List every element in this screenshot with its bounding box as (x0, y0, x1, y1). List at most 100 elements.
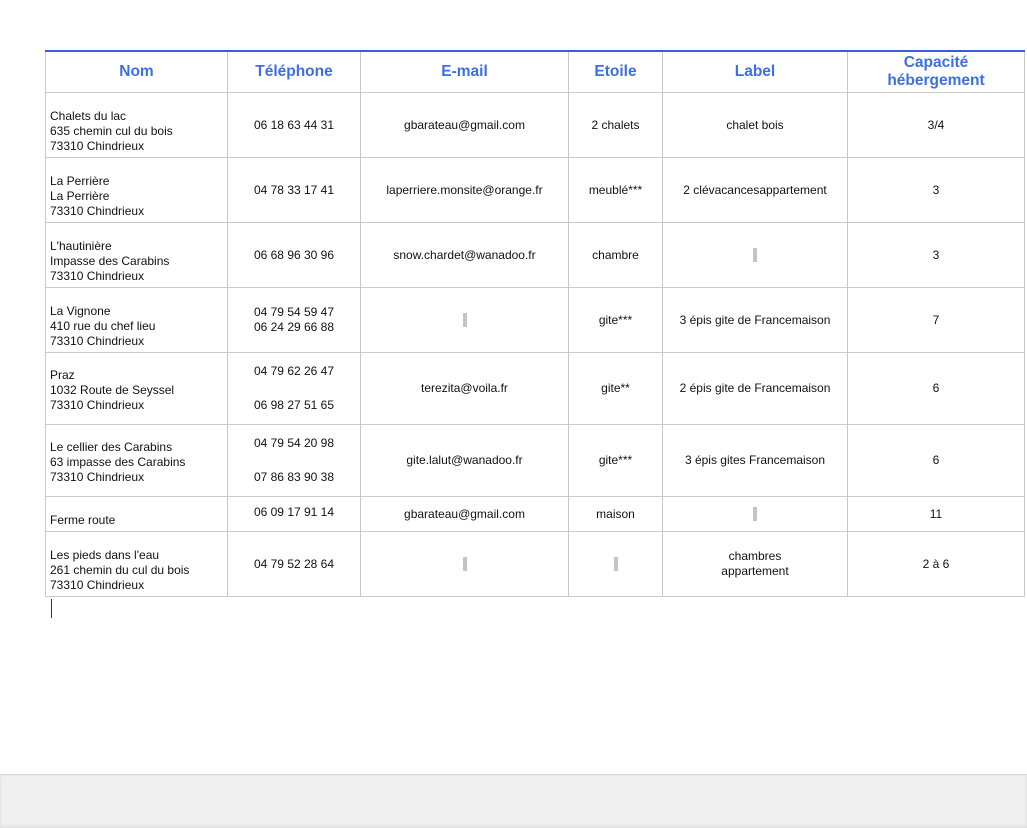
table-row: Praz 1032 Route de Seyssel 73310 Chindri… (45, 352, 1025, 425)
header-nom: Nom (45, 50, 228, 93)
cell-etoile[interactable]: chambre (568, 222, 663, 288)
cell-label[interactable] (662, 496, 848, 532)
phone-number: 04 79 54 20 98 (253, 436, 335, 450)
nom-line: 410 rue du chef lieu (50, 319, 156, 333)
label-text: appartement (721, 564, 789, 578)
table-row: Chalets du lac 635 chemin cul du bois 73… (45, 92, 1025, 158)
nom-line: Ferme route (50, 513, 116, 527)
nom-line: La Perrière (50, 174, 110, 188)
cell-etoile[interactable]: maison (568, 496, 663, 532)
cell-nom[interactable]: Les pieds dans l'eau 261 chemin du cul d… (45, 531, 228, 597)
cell-telephone[interactable]: 04 79 54 59 47 06 24 29 66 88 (227, 287, 361, 353)
nom-line: 73310 Chindrieux (50, 204, 145, 218)
nom-line: 1032 Route de Seyssel (50, 383, 175, 397)
cell-capacite[interactable]: 6 (847, 424, 1025, 497)
empty-cell-marker (753, 507, 757, 522)
table-row: Ferme route 06 09 17 91 14 gbarateau@gma… (45, 496, 1025, 532)
table-row: La Perrière La Perrière 73310 Chindrieux… (45, 157, 1025, 223)
nom-line: Le cellier des Carabins (50, 440, 173, 454)
cell-capacite[interactable]: 3 (847, 157, 1025, 223)
cell-nom[interactable]: L'hautinière Impasse des Carabins 73310 … (45, 222, 228, 288)
nom-line: 73310 Chindrieux (50, 269, 145, 283)
cell-nom[interactable]: Praz 1032 Route de Seyssel 73310 Chindri… (45, 352, 228, 425)
table-row: La Vignone 410 rue du chef lieu 73310 Ch… (45, 287, 1025, 353)
cell-label[interactable]: 2 épis gite de Francemaison (662, 352, 848, 425)
cell-telephone[interactable]: 06 68 96 30 96 (227, 222, 361, 288)
nom-line: 73310 Chindrieux (50, 398, 145, 412)
cell-label[interactable]: 3 épis gite de Francemaison (662, 287, 848, 353)
cell-nom[interactable]: Le cellier des Carabins 63 impasse des C… (45, 424, 228, 497)
lodging-table: Nom Téléphone E-mail Etoile Label Capaci… (45, 50, 1025, 597)
header-capacite-line-2: hébergement (887, 72, 985, 89)
nom-line: 73310 Chindrieux (50, 334, 145, 348)
cell-email[interactable]: gbarateau@gmail.com (360, 92, 569, 158)
empty-cell-marker (462, 313, 467, 328)
header-capacite-line-1: Capacité (903, 54, 969, 71)
nom-line: 73310 Chindrieux (50, 139, 145, 153)
header-etoile: Etoile (568, 50, 663, 93)
label-text: chambres (728, 549, 782, 563)
cell-etoile[interactable]: gite** (568, 352, 663, 425)
cell-nom[interactable]: La Vignone 410 rue du chef lieu 73310 Ch… (45, 287, 228, 353)
nom-line: 261 chemin du cul du bois (50, 563, 190, 577)
phone-number: 06 98 27 51 65 (253, 398, 335, 412)
cell-email[interactable]: gbarateau@gmail.com (360, 496, 569, 532)
cell-nom[interactable]: Ferme route (45, 496, 228, 532)
cell-capacite[interactable]: 3 (847, 222, 1025, 288)
cell-capacite[interactable]: 3/4 (847, 92, 1025, 158)
cell-etoile[interactable] (568, 531, 663, 597)
cell-label[interactable]: 2 clévacancesappartement (662, 157, 848, 223)
nom-line: 63 impasse des Carabins (50, 455, 186, 469)
table-row: Les pieds dans l'eau 261 chemin du cul d… (45, 531, 1025, 597)
header-capacite: Capacité hébergement (847, 50, 1025, 93)
nom-line: 635 chemin cul du bois (50, 124, 173, 138)
empty-cell-marker (462, 557, 467, 572)
cell-label[interactable]: 3 épis gites Francemaison (662, 424, 848, 497)
cell-nom[interactable]: Chalets du lac 635 chemin cul du bois 73… (45, 92, 228, 158)
label-text: 3 épis gite de Francemaison (679, 312, 831, 327)
cell-etoile[interactable]: gite*** (568, 287, 663, 353)
cell-capacite[interactable]: 6 (847, 352, 1025, 425)
phone-number: 06 24 29 66 88 (253, 320, 335, 334)
table-row: L'hautinière Impasse des Carabins 73310 … (45, 222, 1025, 288)
nom-line: La Perrière (50, 189, 110, 203)
cell-email[interactable]: snow.chardet@wanadoo.fr (360, 222, 569, 288)
label-text: 3 épis gites Francemaison (684, 453, 826, 467)
cell-label[interactable]: chalet bois (662, 92, 848, 158)
cell-nom[interactable]: La Perrière La Perrière 73310 Chindrieux (45, 157, 228, 223)
empty-cell-marker (753, 248, 757, 263)
phone-number: 04 78 33 17 41 (253, 182, 335, 197)
cell-label[interactable] (662, 222, 848, 288)
header-telephone: Téléphone (227, 50, 361, 93)
document-page: Nom Téléphone E-mail Etoile Label Capaci… (0, 0, 1027, 774)
text-cursor (51, 599, 52, 618)
cell-telephone[interactable]: 04 78 33 17 41 (227, 157, 361, 223)
cell-capacite[interactable]: 2 à 6 (847, 531, 1025, 597)
cell-telephone[interactable]: 04 79 62 26 47 06 98 27 51 65 (227, 352, 361, 425)
cell-etoile[interactable]: 2 chalets (568, 92, 663, 158)
nom-line: 73310 Chindrieux (50, 470, 145, 484)
cell-email[interactable]: gite.lalut@wanadoo.fr (360, 424, 569, 497)
cell-telephone[interactable]: 06 18 63 44 31 (227, 92, 361, 158)
phone-number: 06 09 17 91 14 (253, 505, 335, 519)
label-text: chalet bois (726, 117, 784, 132)
cell-etoile[interactable]: meublé*** (568, 157, 663, 223)
cell-capacite[interactable]: 11 (847, 496, 1025, 532)
nom-line: Les pieds dans l'eau (50, 548, 160, 562)
phone-number: 04 79 54 59 47 (253, 305, 335, 319)
workspace-background (0, 774, 1027, 828)
cell-email[interactable]: laperriere.monsite@orange.fr (360, 157, 569, 223)
cell-email[interactable]: terezita@voila.fr (360, 352, 569, 425)
cell-capacite[interactable]: 7 (847, 287, 1025, 353)
cell-email[interactable] (360, 531, 569, 597)
cell-telephone[interactable]: 06 09 17 91 14 (227, 496, 361, 532)
cell-label[interactable]: chambres appartement (662, 531, 848, 597)
label-text: 2 épis gite de Francemaison (679, 381, 831, 395)
phone-number: 04 79 52 28 64 (253, 556, 335, 571)
cell-email[interactable] (360, 287, 569, 353)
cell-telephone[interactable]: 04 79 52 28 64 (227, 531, 361, 597)
cell-etoile[interactable]: gite*** (568, 424, 663, 497)
header-label: Label (662, 50, 848, 93)
phone-number: 06 68 96 30 96 (253, 247, 335, 262)
cell-telephone[interactable]: 04 79 54 20 98 07 86 83 90 38 (227, 424, 361, 497)
